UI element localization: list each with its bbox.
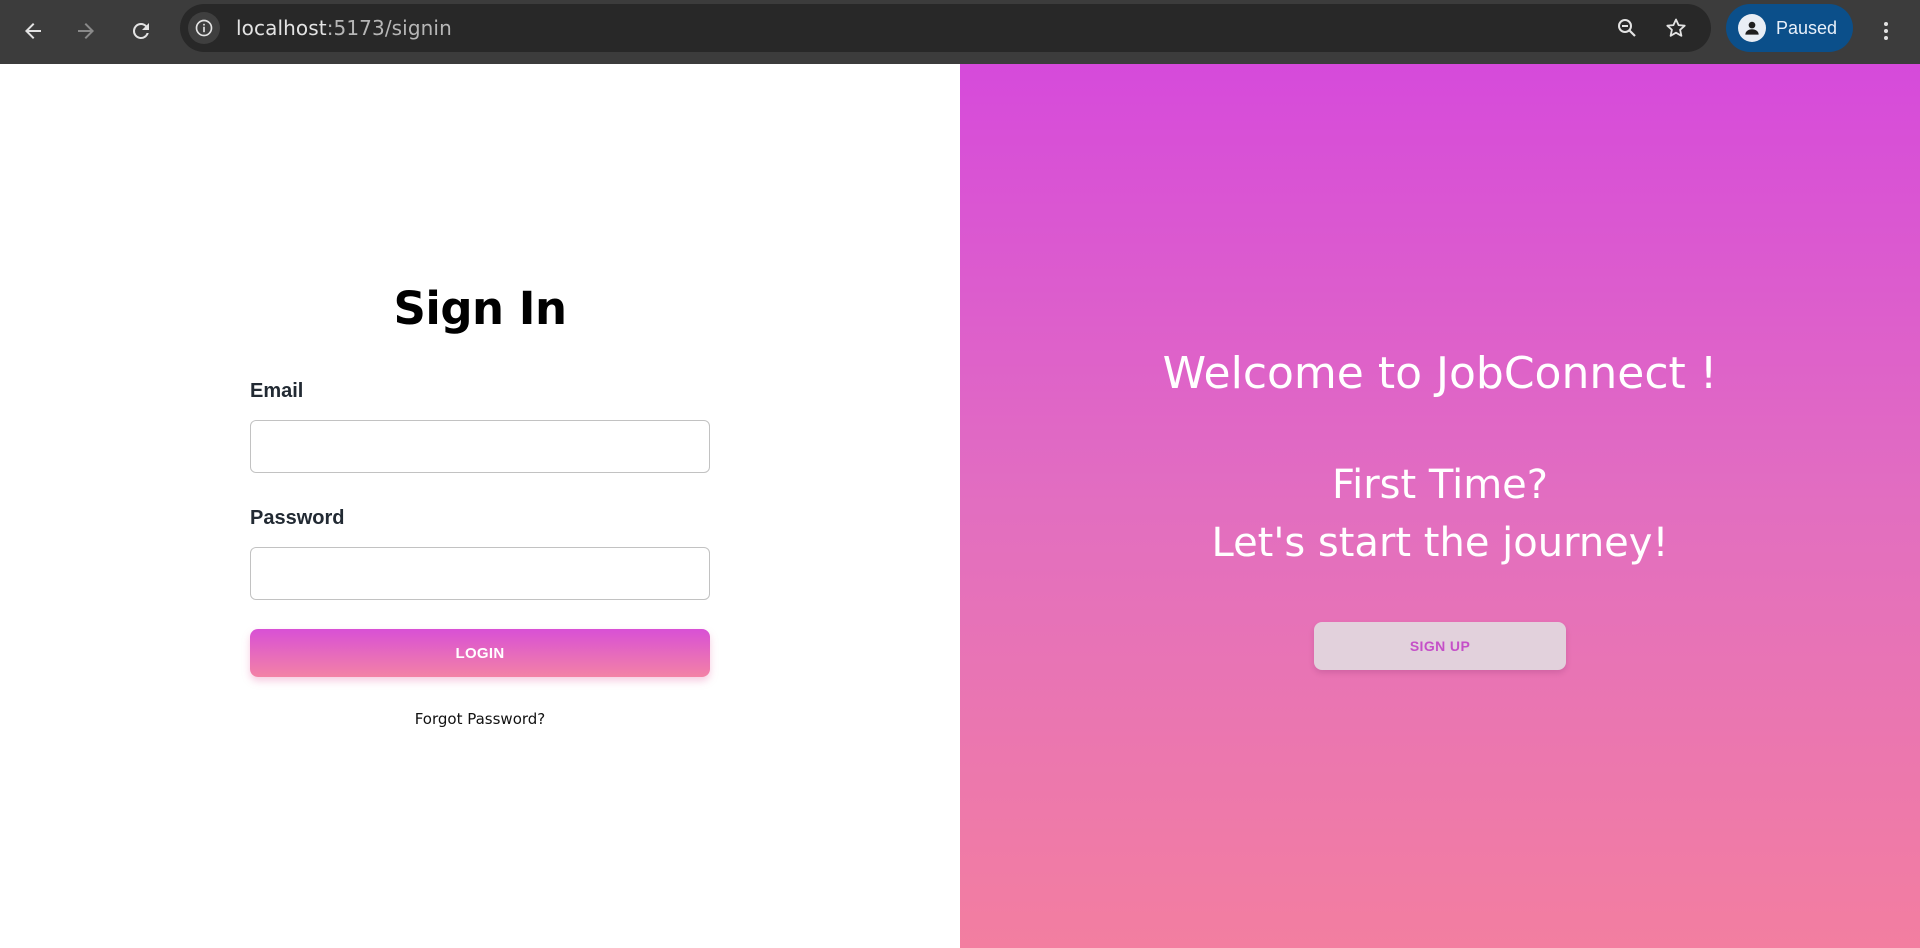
bookmark-button[interactable] xyxy=(1660,12,1692,44)
back-button[interactable] xyxy=(13,11,53,51)
email-field[interactable] xyxy=(250,420,710,473)
bookmark-star-icon xyxy=(1666,18,1686,37)
browser-menu-button[interactable] xyxy=(1870,11,1902,51)
back-icon xyxy=(25,23,41,39)
profile-avatar-icon xyxy=(1738,14,1766,42)
site-info-icon xyxy=(195,19,213,37)
signin-title: Sign In xyxy=(393,282,567,335)
email-label: Email xyxy=(250,380,304,402)
url-host: localhost xyxy=(236,16,327,40)
sign-up-button[interactable]: SIGN UP xyxy=(1314,622,1566,670)
browser-toolbar: localhost:5173/signin Paused xyxy=(0,0,1920,64)
welcome-panel: Welcome to JobConnect ! First Time? Let'… xyxy=(960,64,1920,948)
zoom-icon xyxy=(1618,19,1636,37)
page-content: Sign In Email Password LOGIN Forgot Pass… xyxy=(0,64,1920,948)
welcome-heading: Welcome to JobConnect ! xyxy=(1162,348,1718,399)
signin-panel: Sign In Email Password LOGIN Forgot Pass… xyxy=(0,64,960,948)
address-bar[interactable]: localhost:5173/signin xyxy=(180,4,1711,52)
reload-icon xyxy=(132,22,149,39)
journey-text: Let's start the journey! xyxy=(1211,520,1669,566)
forward-button[interactable] xyxy=(66,11,106,51)
forward-icon xyxy=(78,23,94,39)
profile-button[interactable]: Paused xyxy=(1726,4,1853,52)
reload-button[interactable] xyxy=(121,11,161,51)
zoom-button[interactable] xyxy=(1611,12,1643,44)
forgot-password-link[interactable]: Forgot Password? xyxy=(0,710,960,728)
more-vert-icon xyxy=(1884,22,1888,40)
login-button[interactable]: LOGIN xyxy=(250,629,710,677)
url-text[interactable]: localhost:5173/signin xyxy=(236,4,452,52)
password-field[interactable] xyxy=(250,547,710,600)
site-info-button[interactable] xyxy=(188,12,220,44)
profile-status-label: Paused xyxy=(1776,17,1838,38)
first-time-text: First Time? xyxy=(1331,462,1548,508)
password-label: Password xyxy=(250,507,345,529)
url-path: :5173/signin xyxy=(326,16,452,40)
